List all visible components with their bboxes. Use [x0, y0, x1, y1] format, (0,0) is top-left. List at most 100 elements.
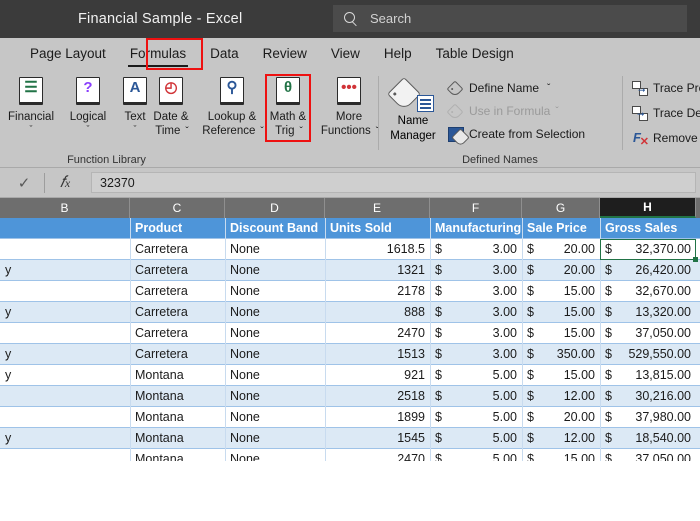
- cell-country[interactable]: [0, 407, 130, 427]
- table-header-cell[interactable]: Discount Band: [225, 218, 325, 238]
- define-name-button[interactable]: Define Name ˇ: [446, 78, 550, 98]
- cell-mfg[interactable]: $5.00: [430, 365, 522, 385]
- cell-product[interactable]: Carretera: [130, 302, 225, 322]
- cell-gross[interactable]: $37,050.00: [600, 449, 696, 461]
- column-header-B[interactable]: B: [0, 198, 130, 218]
- cell-units[interactable]: 1513: [325, 344, 430, 364]
- cell-gross[interactable]: $529,550.00: [600, 344, 696, 364]
- cell-product[interactable]: Carretera: [130, 344, 225, 364]
- cell-discount[interactable]: None: [225, 386, 325, 406]
- cell-country[interactable]: [0, 239, 130, 259]
- ribbon-tab-page-layout[interactable]: Page Layout: [18, 38, 118, 70]
- table-row[interactable]: Carretera None 1618.5 $3.00 $20.00 $32,370.00: [0, 239, 700, 259]
- table-row[interactable]: Montana None 2470 $5.00 $15.00 $37,050.00: [0, 449, 700, 461]
- trace-precedents-button[interactable]: ➞ Trace Prece: [632, 78, 700, 98]
- ribbon-tab-table-design[interactable]: Table Design: [424, 38, 526, 70]
- ribbon-tab-data[interactable]: Data: [198, 38, 251, 70]
- cell-discount[interactable]: None: [225, 260, 325, 280]
- cell-discount[interactable]: None: [225, 344, 325, 364]
- cell-gross[interactable]: $32,670.00: [600, 281, 696, 301]
- cell-sale[interactable]: $15.00: [522, 449, 600, 461]
- cell-sale[interactable]: $15.00: [522, 281, 600, 301]
- cell-product[interactable]: Montana: [130, 386, 225, 406]
- function-library-button-lookup[interactable]: ⚲ Lookup & Reference ˇ: [196, 74, 268, 139]
- checkmark-icon[interactable]: ✓: [4, 174, 44, 192]
- chevron-down-icon[interactable]: ˇ: [300, 126, 303, 137]
- cell-gross[interactable]: $13,815.00: [600, 365, 696, 385]
- formula-input[interactable]: 32370: [91, 172, 696, 193]
- column-header-G[interactable]: G: [522, 198, 600, 218]
- cell-discount[interactable]: None: [225, 239, 325, 259]
- table-row[interactable]: y Carretera None 888 $3.00 $15.00 $13,320.00: [0, 302, 700, 322]
- column-header-H[interactable]: H: [600, 198, 696, 218]
- column-header-E[interactable]: E: [325, 198, 430, 218]
- ribbon-tab-view[interactable]: View: [319, 38, 372, 70]
- cell-discount[interactable]: None: [225, 365, 325, 385]
- table-row[interactable]: Carretera None 2470 $3.00 $15.00 $37,050.00: [0, 323, 700, 343]
- ribbon-tab-formulas[interactable]: Formulas: [118, 38, 198, 70]
- cell-gross[interactable]: $26,420.00: [600, 260, 696, 280]
- function-library-button-financial[interactable]: ☰ Financial ˇ: [2, 74, 60, 134]
- cell-discount[interactable]: None: [225, 407, 325, 427]
- cell-country[interactable]: [0, 281, 130, 301]
- table-header-cell[interactable]: Units Sold: [325, 218, 430, 238]
- column-header-C[interactable]: C: [130, 198, 225, 218]
- cell-product[interactable]: Montana: [130, 449, 225, 461]
- cell-gross[interactable]: $13,320.00: [600, 302, 696, 322]
- cell-units[interactable]: 1618.5: [325, 239, 430, 259]
- cell-mfg[interactable]: $3.00: [430, 344, 522, 364]
- cell-mfg[interactable]: $3.00: [430, 302, 522, 322]
- cell-sale[interactable]: $15.00: [522, 302, 600, 322]
- cell-product[interactable]: Carretera: [130, 239, 225, 259]
- name-manager-button[interactable]: Name Manager: [382, 114, 444, 144]
- chevron-down-icon[interactable]: ˇ: [60, 124, 116, 134]
- cell-sale[interactable]: $15.00: [522, 323, 600, 343]
- table-header-cell[interactable]: Sale Price: [522, 218, 600, 238]
- column-header-F[interactable]: F: [430, 198, 522, 218]
- table-row[interactable]: Carretera None 2178 $3.00 $15.00 $32,670.00: [0, 281, 700, 301]
- table-row[interactable]: y Montana None 921 $5.00 $15.00 $13,815.00: [0, 365, 700, 385]
- cell-gross[interactable]: $32,370.00: [600, 239, 696, 259]
- cell-units[interactable]: 921: [325, 365, 430, 385]
- cell-units[interactable]: 2470: [325, 323, 430, 343]
- cell-product[interactable]: Carretera: [130, 323, 225, 343]
- function-library-button-date[interactable]: ◴ Date & Time ˇ: [143, 74, 199, 139]
- cell-mfg[interactable]: $3.00: [430, 323, 522, 343]
- cell-discount[interactable]: None: [225, 428, 325, 448]
- table-row[interactable]: Montana None 2518 $5.00 $12.00 $30,216.00: [0, 386, 700, 406]
- cell-mfg[interactable]: $3.00: [430, 239, 522, 259]
- cell-mfg[interactable]: $5.00: [430, 407, 522, 427]
- column-header-D[interactable]: D: [225, 198, 325, 218]
- cell-gross[interactable]: $18,540.00: [600, 428, 696, 448]
- cell-mfg[interactable]: $5.00: [430, 386, 522, 406]
- chevron-down-icon[interactable]: ˇ: [260, 126, 263, 137]
- cell-country[interactable]: [0, 386, 130, 406]
- cell-country[interactable]: y: [0, 365, 130, 385]
- cell-mfg[interactable]: $5.00: [430, 449, 522, 461]
- cell-units[interactable]: 1545: [325, 428, 430, 448]
- cell-product[interactable]: Montana: [130, 365, 225, 385]
- cell-product[interactable]: Carretera: [130, 260, 225, 280]
- cell-units[interactable]: 888: [325, 302, 430, 322]
- cell-sale[interactable]: $12.00: [522, 386, 600, 406]
- cell-units[interactable]: 2178: [325, 281, 430, 301]
- cell-units[interactable]: 2470: [325, 449, 430, 461]
- cell-gross[interactable]: $37,050.00: [600, 323, 696, 343]
- create-from-selection-button[interactable]: Create from Selection: [448, 124, 585, 144]
- table-header-cell[interactable]: Manufacturing: [430, 218, 522, 238]
- table-header-cell[interactable]: Gross Sales: [600, 218, 696, 238]
- cell-sale[interactable]: $20.00: [522, 407, 600, 427]
- cell-sale[interactable]: $20.00: [522, 260, 600, 280]
- remove-arrows-button[interactable]: F✕ Remove Ar: [632, 128, 700, 148]
- table-header-cell[interactable]: [0, 218, 130, 238]
- cell-gross[interactable]: $37,980.00: [600, 407, 696, 427]
- chevron-down-icon[interactable]: ˇ: [2, 124, 60, 134]
- cell-country[interactable]: y: [0, 428, 130, 448]
- cell-units[interactable]: 1899: [325, 407, 430, 427]
- chevron-down-icon[interactable]: ˇ: [185, 126, 188, 137]
- ribbon-tab-review[interactable]: Review: [251, 38, 319, 70]
- chevron-down-icon[interactable]: ˇ: [555, 106, 558, 117]
- table-row[interactable]: Montana None 1899 $5.00 $20.00 $37,980.00: [0, 407, 700, 427]
- cell-country[interactable]: [0, 323, 130, 343]
- function-library-button-logical[interactable]: ? Logical ˇ: [60, 74, 116, 134]
